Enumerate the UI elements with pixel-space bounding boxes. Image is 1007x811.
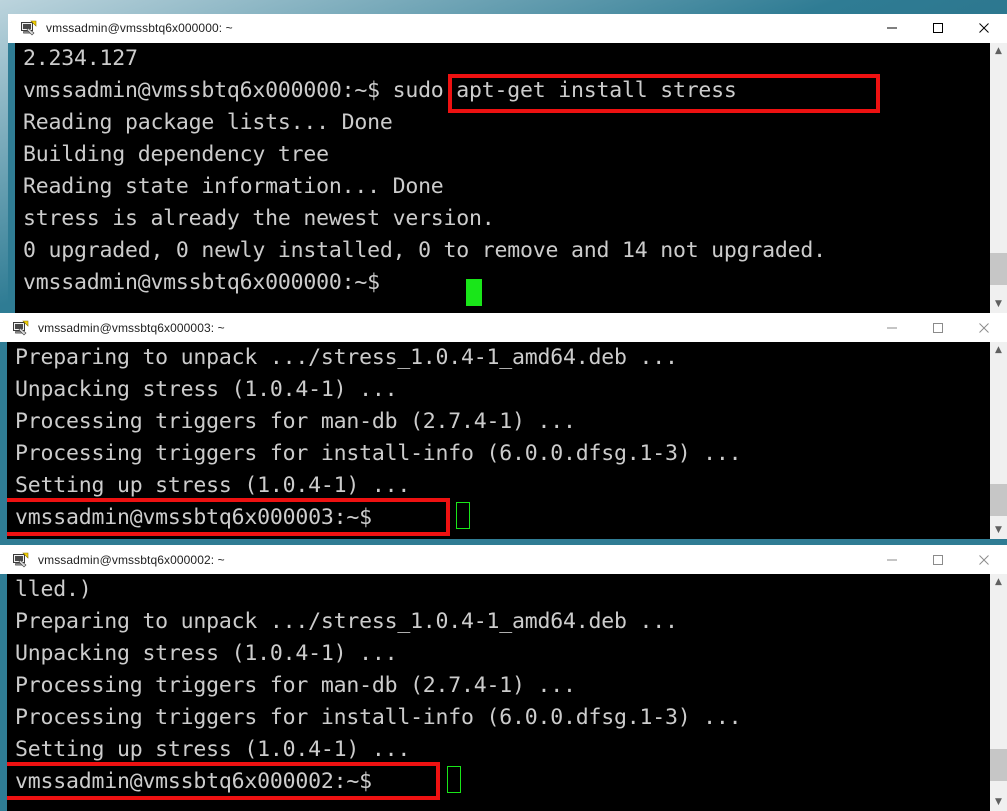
scrollbar-thumb[interactable] — [990, 253, 1007, 285]
scroll-down-icon[interactable]: ▼ — [990, 794, 1007, 811]
terminal-line: Processing triggers for man-db (2.7.4-1)… — [15, 409, 576, 434]
terminal-window-000002[interactable]: vmssadmin@vmssbtq6x000002: ~ lled.) Prepa… — [0, 545, 1007, 811]
scrollbar-vertical[interactable]: ▲ ▼ — [990, 342, 1007, 539]
terminal-text: Preparing to unpack .../stress_1.0.4-1_a… — [15, 342, 1007, 534]
terminal-output-area[interactable]: lled.) Preparing to unpack .../stress_1.0… — [0, 574, 1007, 811]
scrollbar-vertical[interactable]: ▲ ▼ — [990, 43, 1007, 313]
maximize-button[interactable] — [915, 545, 961, 574]
terminal-line: Preparing to unpack .../stress_1.0.4-1_a… — [15, 609, 678, 634]
terminal-line: Building dependency tree — [23, 142, 329, 167]
terminal-line: lled.) — [15, 577, 92, 602]
terminal-output-area[interactable]: 2.234.127 vmssadmin@vmssbtq6x000000:~$ su… — [8, 43, 1007, 313]
putty-terminal-icon — [13, 320, 29, 336]
scrollbar-vertical[interactable]: ▲ ▼ — [990, 574, 1007, 811]
terminal-line: Processing triggers for install-info (6.… — [15, 441, 742, 466]
terminal-line: Reading package lists... Done — [23, 110, 393, 135]
terminal-line: 2.234.127 — [23, 46, 138, 71]
scroll-down-icon[interactable]: ▼ — [990, 522, 1007, 539]
titlebar[interactable]: vmssadmin@vmssbtq6x000003: ~ — [0, 313, 1007, 342]
terminal-cursor — [456, 502, 470, 529]
terminal-line: vmssadmin@vmssbtq6x000003:~$ — [15, 505, 385, 530]
scroll-up-icon[interactable]: ▲ — [990, 43, 1007, 60]
minimize-button[interactable] — [869, 14, 915, 43]
terminal-text: lled.) Preparing to unpack .../stress_1.0… — [15, 574, 1007, 798]
terminal-line: stress is already the newest version. — [23, 206, 495, 231]
window-title: vmssadmin@vmssbtq6x000002: ~ — [38, 552, 225, 567]
terminal-line: Processing triggers for man-db (2.7.4-1)… — [15, 673, 576, 698]
putty-terminal-icon — [13, 552, 29, 568]
terminal-line: vmssadmin@vmssbtq6x000000:~$ — [23, 270, 393, 295]
terminal-line: vmssadmin@vmssbtq6x000000:~$ sudo apt-ge… — [23, 78, 737, 103]
terminal-cursor — [447, 766, 461, 793]
terminal-output-area[interactable]: Preparing to unpack .../stress_1.0.4-1_a… — [0, 342, 1007, 545]
minimize-button[interactable] — [869, 313, 915, 342]
window-controls[interactable] — [869, 545, 1007, 574]
terminal-text: 2.234.127 vmssadmin@vmssbtq6x000000:~$ su… — [23, 43, 1007, 299]
close-button[interactable] — [961, 14, 1007, 43]
terminal-line: 0 upgraded, 0 newly installed, 0 to remo… — [23, 238, 826, 263]
maximize-button[interactable] — [915, 313, 961, 342]
terminal-window-000000[interactable]: vmssadmin@vmssbtq6x000000: ~ 2.234.127 vm… — [8, 14, 1007, 313]
close-button[interactable] — [961, 313, 1007, 342]
scrollbar-thumb[interactable] — [990, 749, 1007, 781]
terminal-line: Unpacking stress (1.0.4-1) ... — [15, 641, 398, 666]
window-title: vmssadmin@vmssbtq6x000003: ~ — [38, 320, 225, 335]
titlebar[interactable]: vmssadmin@vmssbtq6x000000: ~ — [8, 14, 1007, 43]
putty-terminal-icon — [21, 20, 37, 36]
terminal-line: Reading state information... Done — [23, 174, 444, 199]
close-button[interactable] — [961, 545, 1007, 574]
scroll-up-icon[interactable]: ▲ — [990, 342, 1007, 359]
maximize-button[interactable] — [915, 14, 961, 43]
titlebar[interactable]: vmssadmin@vmssbtq6x000002: ~ — [0, 545, 1007, 574]
terminal-line: Setting up stress (1.0.4-1) ... — [15, 473, 411, 498]
terminal-line: Setting up stress (1.0.4-1) ... — [15, 737, 411, 762]
window-controls[interactable] — [869, 14, 1007, 43]
scroll-down-icon[interactable]: ▼ — [990, 296, 1007, 313]
terminal-window-000003[interactable]: vmssadmin@vmssbtq6x000003: ~ Preparing t… — [0, 313, 1007, 545]
terminal-line: Unpacking stress (1.0.4-1) ... — [15, 377, 398, 402]
scrollbar-thumb[interactable] — [990, 484, 1007, 516]
terminal-cursor — [466, 279, 482, 306]
terminal-line: Preparing to unpack .../stress_1.0.4-1_a… — [15, 345, 678, 370]
terminal-line: Processing triggers for install-info (6.… — [15, 705, 742, 730]
window-title: vmssadmin@vmssbtq6x000000: ~ — [46, 21, 233, 35]
window-controls[interactable] — [869, 313, 1007, 342]
scroll-up-icon[interactable]: ▲ — [990, 574, 1007, 591]
minimize-button[interactable] — [869, 545, 915, 574]
terminal-line: vmssadmin@vmssbtq6x000002:~$ — [15, 769, 385, 794]
